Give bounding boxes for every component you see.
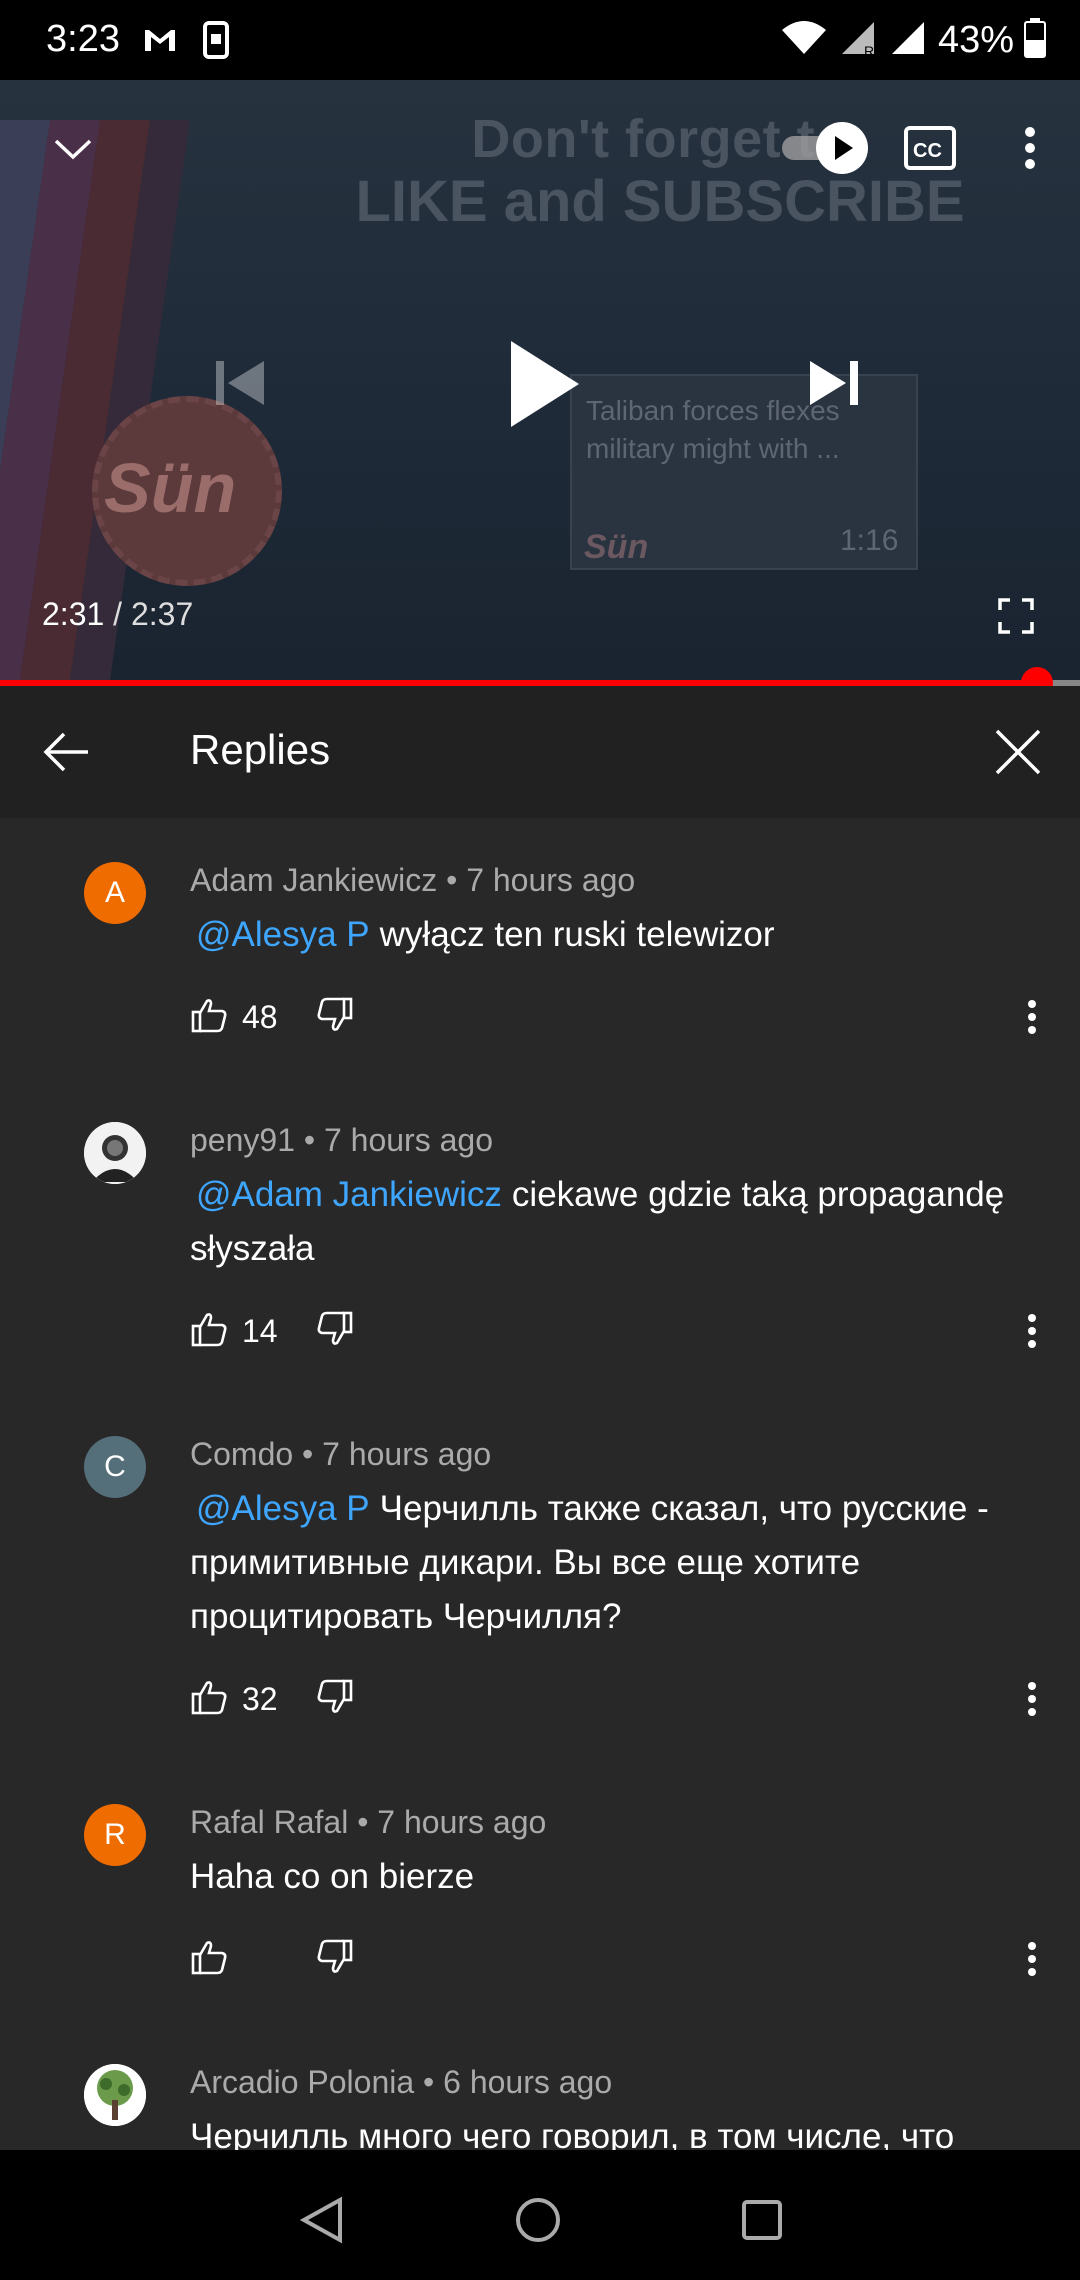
mention-link[interactable]: @Alesya P xyxy=(196,915,370,954)
video-duration: 2:37 xyxy=(130,596,194,632)
nav-home-icon[interactable] xyxy=(508,2190,568,2250)
time-separator: / xyxy=(104,596,131,632)
wifi-icon xyxy=(780,18,828,63)
svg-text:CC: CC xyxy=(913,140,942,162)
comment-more-icon[interactable] xyxy=(1020,1306,1044,1356)
comment-time: 7 hours ago xyxy=(323,1122,493,1158)
comment-meta: Rafal Rafal • 7 hours ago xyxy=(190,1804,546,1841)
thumbs-up-icon[interactable] xyxy=(190,1310,228,1353)
comment-body: Haha co on bierze xyxy=(190,1857,475,1896)
avatar-letter: C xyxy=(104,1450,126,1483)
mention-link[interactable]: @Alesya P xyxy=(196,1489,370,1528)
mention-link[interactable]: @Adam Jankiewicz xyxy=(196,1175,502,1214)
like-count: 32 xyxy=(242,1680,278,1717)
gmail-icon xyxy=(142,22,178,63)
comment-meta: Adam Jankiewicz • 7 hours ago xyxy=(190,862,635,899)
meta-bullet: • xyxy=(437,862,467,898)
thumbs-down-icon[interactable] xyxy=(316,996,354,1039)
avatar[interactable] xyxy=(84,1122,146,1184)
comment-text: @Alesya Pwyłącz ten ruski telewizor xyxy=(190,908,1040,962)
battery-percent: 43% xyxy=(937,18,1014,61)
battery-icon xyxy=(1024,17,1046,63)
video-time: 2:31 / 2:37 xyxy=(42,596,193,633)
comment-text: Haha co on bierze xyxy=(190,1850,1040,1904)
comment-more-icon[interactable] xyxy=(1020,992,1044,1042)
clock: 3:23 xyxy=(46,18,120,60)
svg-text:R: R xyxy=(864,43,874,58)
video-headline-line2: LIKE and SUBSCRIBE xyxy=(355,169,965,234)
collapse-icon[interactable] xyxy=(48,124,98,174)
nav-back-icon[interactable] xyxy=(292,2190,352,2250)
meta-bullet: • xyxy=(294,1122,324,1158)
more-icon[interactable] xyxy=(1012,120,1048,176)
previous-icon[interactable] xyxy=(210,350,270,416)
signal-icon xyxy=(888,18,928,63)
meta-bullet: • xyxy=(348,1804,378,1840)
avatar-image xyxy=(84,2064,146,2126)
thumbs-up-icon[interactable] xyxy=(190,1678,228,1721)
captions-icon[interactable]: CC xyxy=(904,124,956,172)
like-count: 14 xyxy=(242,1312,278,1349)
avatar-letter: A xyxy=(104,876,125,909)
comment-text: @Alesya P Черчилль также сказал, что русс… xyxy=(190,1482,1040,1644)
replies-title: Replies xyxy=(190,726,331,773)
replies-header xyxy=(0,686,1080,818)
comment-author[interactable]: Adam Jankiewicz xyxy=(190,862,437,898)
comment-actions xyxy=(190,1934,354,1984)
comment-actions: 48 xyxy=(190,992,354,1042)
fullscreen-icon[interactable] xyxy=(996,596,1036,636)
comment-author[interactable]: peny91 xyxy=(190,1122,295,1158)
avatar-image xyxy=(84,1122,146,1184)
thumbs-down-icon[interactable] xyxy=(316,1310,354,1353)
system-nav-bar xyxy=(0,2150,1080,2280)
next-video-duration: 1:16 xyxy=(840,524,899,557)
comment-more-icon[interactable] xyxy=(1020,1674,1044,1724)
avatar-letter: R xyxy=(104,1818,126,1851)
comment-meta: peny91 • 7 hours ago xyxy=(190,1122,493,1159)
comment-more-icon[interactable] xyxy=(1020,1934,1044,1984)
signal-roaming-icon: R xyxy=(838,18,878,63)
comment-author[interactable]: Comdo xyxy=(190,1436,293,1472)
comment-time: 7 hours ago xyxy=(322,1436,492,1472)
comment-time: 6 hours ago xyxy=(443,2064,613,2100)
avatar[interactable]: C xyxy=(84,1436,146,1498)
phone-screen-icon xyxy=(202,20,232,65)
back-arrow-icon[interactable] xyxy=(38,724,94,780)
thumbs-down-icon[interactable] xyxy=(316,1938,354,1981)
comment-actions: 32 xyxy=(190,1674,354,1724)
next-icon[interactable] xyxy=(804,350,864,416)
comment-meta: Comdo • 7 hours ago xyxy=(190,1436,491,1473)
autoplay-toggle-icon[interactable] xyxy=(780,120,876,176)
status-bar: 3:23 R 43% xyxy=(0,0,1080,80)
comment-meta: Arcadio Polonia • 6 hours ago xyxy=(190,2064,612,2101)
avatar[interactable]: R xyxy=(84,1804,146,1866)
play-icon[interactable] xyxy=(504,334,584,434)
meta-bullet: • xyxy=(414,2064,444,2100)
thumbs-down-icon[interactable] xyxy=(316,1678,354,1721)
comment-author[interactable]: Arcadio Polonia xyxy=(190,2064,414,2100)
like-count: 48 xyxy=(242,998,278,1035)
avatar[interactable]: A xyxy=(84,862,146,924)
sun-logo-text: Sün xyxy=(104,449,237,527)
comment-actions: 14 xyxy=(190,1306,354,1356)
meta-bullet: • xyxy=(293,1436,323,1472)
close-icon[interactable] xyxy=(990,724,1046,780)
thumbs-up-icon[interactable] xyxy=(190,1938,228,1981)
comment-author[interactable]: Rafal Rafal xyxy=(190,1804,348,1840)
comment-body: wyłącz ten ruski telewizor xyxy=(379,915,775,954)
nav-recents-icon[interactable] xyxy=(732,2190,792,2250)
comment-time: 7 hours ago xyxy=(466,862,636,898)
thumbs-up-icon[interactable] xyxy=(190,996,228,1039)
comment-time: 7 hours ago xyxy=(377,1804,547,1840)
current-time: 2:31 xyxy=(42,596,105,632)
avatar[interactable] xyxy=(84,2064,146,2126)
comment-text: @Adam Jankiewicz ciekawe gdzie taką propa… xyxy=(190,1168,1040,1276)
next-video-logo: Sün xyxy=(584,528,649,566)
